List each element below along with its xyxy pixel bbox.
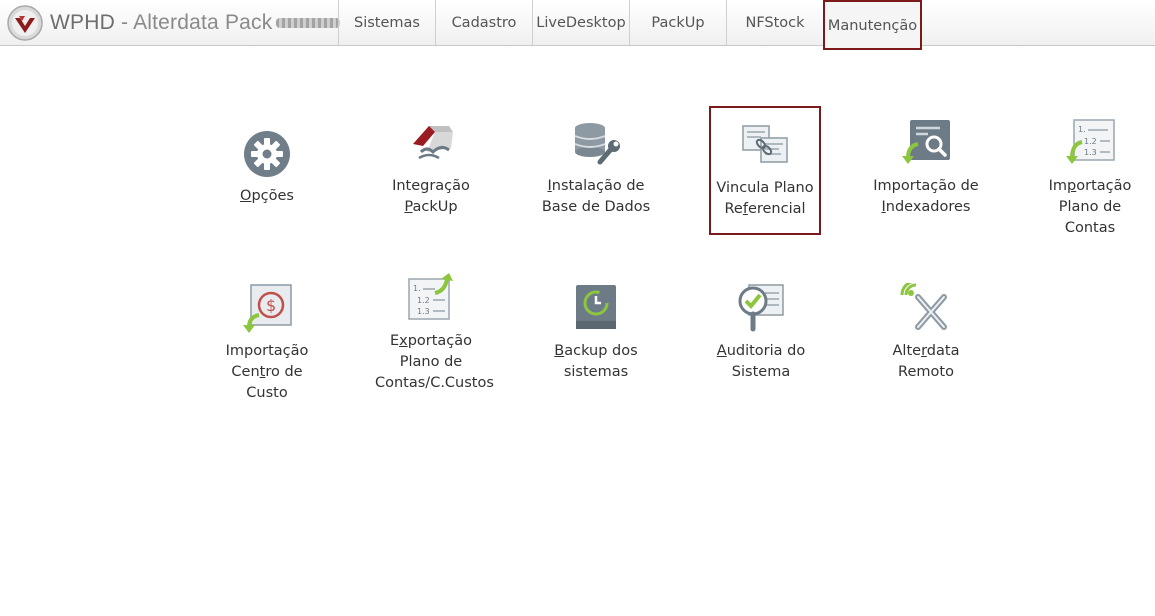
- remote-wireless-icon: [900, 283, 947, 330]
- tile-label-line2: Plano de: [399, 354, 463, 370]
- tile-label-line1: Instalação de: [547, 178, 645, 194]
- tile-label-line1: Auditoria do: [716, 343, 806, 359]
- tile-label-line2: Referencial: [724, 201, 806, 217]
- redacted-version: [276, 18, 341, 28]
- svg-text:1.2: 1.2: [1084, 137, 1097, 146]
- tile-label-line2: Sistema: [731, 364, 791, 380]
- main-menu: Sistemas Cadastro LiveDesktop PackUp NFS…: [338, 0, 922, 50]
- tile-vincula-plano-referencial[interactable]: Vincula Plano Referencial: [709, 106, 821, 235]
- tile-importacao-centro-custo[interactable]: $ Importação Centro de Custo: [211, 283, 323, 404]
- tile-label-line3: Contas/C.Custos: [375, 375, 494, 391]
- tile-instalacao-base-dados[interactable]: Instalação de Base de Dados: [540, 118, 652, 218]
- menu-livedesktop[interactable]: LiveDesktop: [532, 0, 629, 45]
- tile-label-line2: Base de Dados: [541, 199, 651, 215]
- database-wrench-icon: [574, 123, 620, 165]
- menu-sistemas[interactable]: Sistemas: [338, 0, 435, 45]
- svg-text:1.2: 1.2: [417, 296, 430, 305]
- tile-label-line1: Importação de: [873, 178, 979, 194]
- export-list-icon: 1. 1.2 1.3: [408, 273, 453, 320]
- tile-label-line2: Remoto: [898, 364, 954, 380]
- alterdata-logo-icon: [7, 5, 43, 41]
- menu-cadastro[interactable]: Cadastro: [435, 0, 532, 45]
- svg-text:1.: 1.: [1078, 125, 1086, 134]
- svg-text:1.: 1.: [413, 284, 421, 293]
- tile-label-line2: sistemas: [563, 364, 629, 380]
- linked-documents-icon: [742, 125, 788, 163]
- tile-backup-sistemas[interactable]: Backup dos sistemas: [540, 283, 652, 383]
- brand: WPHD - Alterdata Pack: [6, 4, 341, 42]
- packup-icon: [413, 126, 453, 160]
- import-search-icon: [902, 120, 950, 164]
- tile-importacao-plano-contas[interactable]: 1. 1.2 1.3 Importação Plano de Contas: [1034, 118, 1146, 239]
- app-title: WPHD - Alterdata Pack: [50, 11, 273, 34]
- tile-opcoes[interactable]: Opções: [211, 128, 323, 207]
- tile-label-line1: Importação: [1048, 178, 1132, 194]
- svg-text:1.3: 1.3: [1084, 148, 1097, 157]
- tile-alterdata-remoto[interactable]: Alterdata Remoto: [870, 283, 982, 383]
- top-bar: WPHD - Alterdata Pack Sistemas Cadastro …: [0, 0, 1155, 50]
- tile-label-line2: PackUp: [404, 199, 458, 215]
- gear-icon: [244, 131, 290, 177]
- tile-label-line1: Vincula Plano: [716, 180, 814, 196]
- tile-label-line1: Integração: [392, 178, 470, 194]
- menu-nfstock[interactable]: NFStock: [726, 0, 823, 45]
- tile-label-line1: Importação: [225, 343, 309, 359]
- import-money-icon: $: [243, 284, 292, 333]
- tile-exportacao-plano-contas[interactable]: 1. 1.2 1.3 Exportação Plano de Contas/C.…: [375, 273, 494, 394]
- tile-auditoria-sistema[interactable]: Auditoria do Sistema: [705, 283, 817, 383]
- tile-label-line1: Alterdata: [892, 343, 960, 359]
- svg-text:1.3: 1.3: [417, 307, 430, 316]
- menu-packup[interactable]: PackUp: [629, 0, 726, 45]
- tile-label-line2: Plano de Contas: [1058, 199, 1122, 236]
- tile-integracao-packup[interactable]: Integração PackUp: [375, 118, 487, 218]
- audit-magnifier-icon: [738, 284, 784, 332]
- tile-label-line2: Indexadores: [881, 199, 971, 215]
- import-list-icon: 1. 1.2 1.3: [1066, 119, 1115, 164]
- tile-label: Opções: [240, 188, 294, 204]
- tile-label-line2: Centro de Custo: [231, 364, 303, 401]
- backup-clock-icon: [576, 285, 616, 329]
- tile-importacao-indexadores[interactable]: Importação de Indexadores: [870, 118, 982, 218]
- tile-label-line1: Backup dos: [554, 343, 638, 359]
- tile-label-line1: Exportação: [389, 333, 473, 349]
- svg-text:$: $: [266, 296, 276, 315]
- menu-manutencao[interactable]: Manutenção: [823, 0, 922, 50]
